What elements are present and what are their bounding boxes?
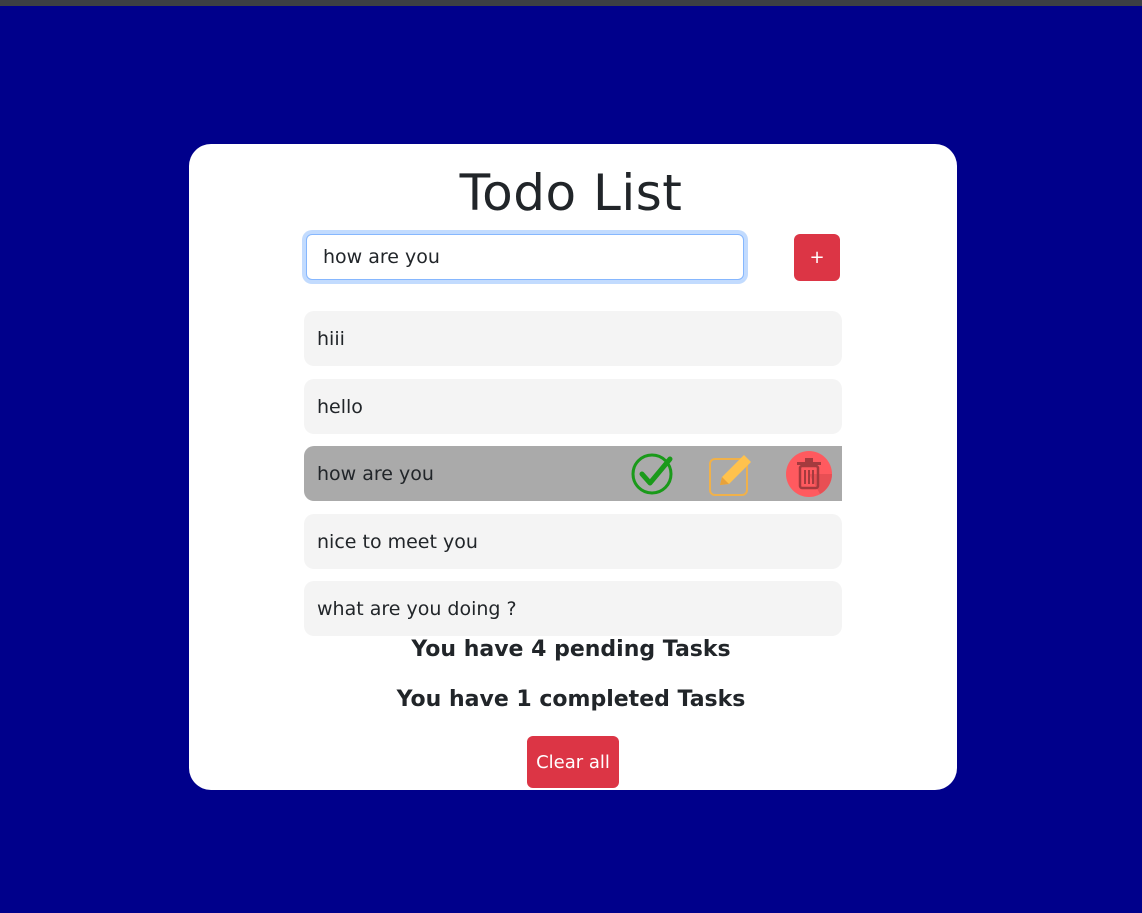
trash-icon[interactable] xyxy=(785,451,833,497)
task-text: nice to meet you xyxy=(317,530,478,553)
task-item-selected[interactable]: how are you xyxy=(304,446,842,501)
task-item[interactable]: hiii xyxy=(304,311,842,366)
task-item[interactable]: nice to meet you xyxy=(304,514,842,569)
task-text: what are you doing ? xyxy=(317,597,517,620)
task-item[interactable]: hello xyxy=(304,379,842,434)
task-item[interactable]: what are you doing ? xyxy=(304,581,842,636)
add-task-button[interactable]: + xyxy=(794,234,840,281)
task-text: hiii xyxy=(317,327,345,350)
clear-all-button[interactable]: Clear all xyxy=(527,736,619,788)
pending-count: You have 4 pending Tasks xyxy=(411,637,731,662)
completed-count: You have 1 completed Tasks xyxy=(396,687,746,712)
page-title: Todo List xyxy=(459,164,683,222)
pencil-icon[interactable] xyxy=(708,451,756,497)
window-top-bar xyxy=(0,0,1142,6)
task-text: how are you xyxy=(317,462,434,485)
task-input[interactable] xyxy=(306,234,744,280)
task-text: hello xyxy=(317,395,363,418)
check-circle-icon[interactable] xyxy=(630,451,676,497)
